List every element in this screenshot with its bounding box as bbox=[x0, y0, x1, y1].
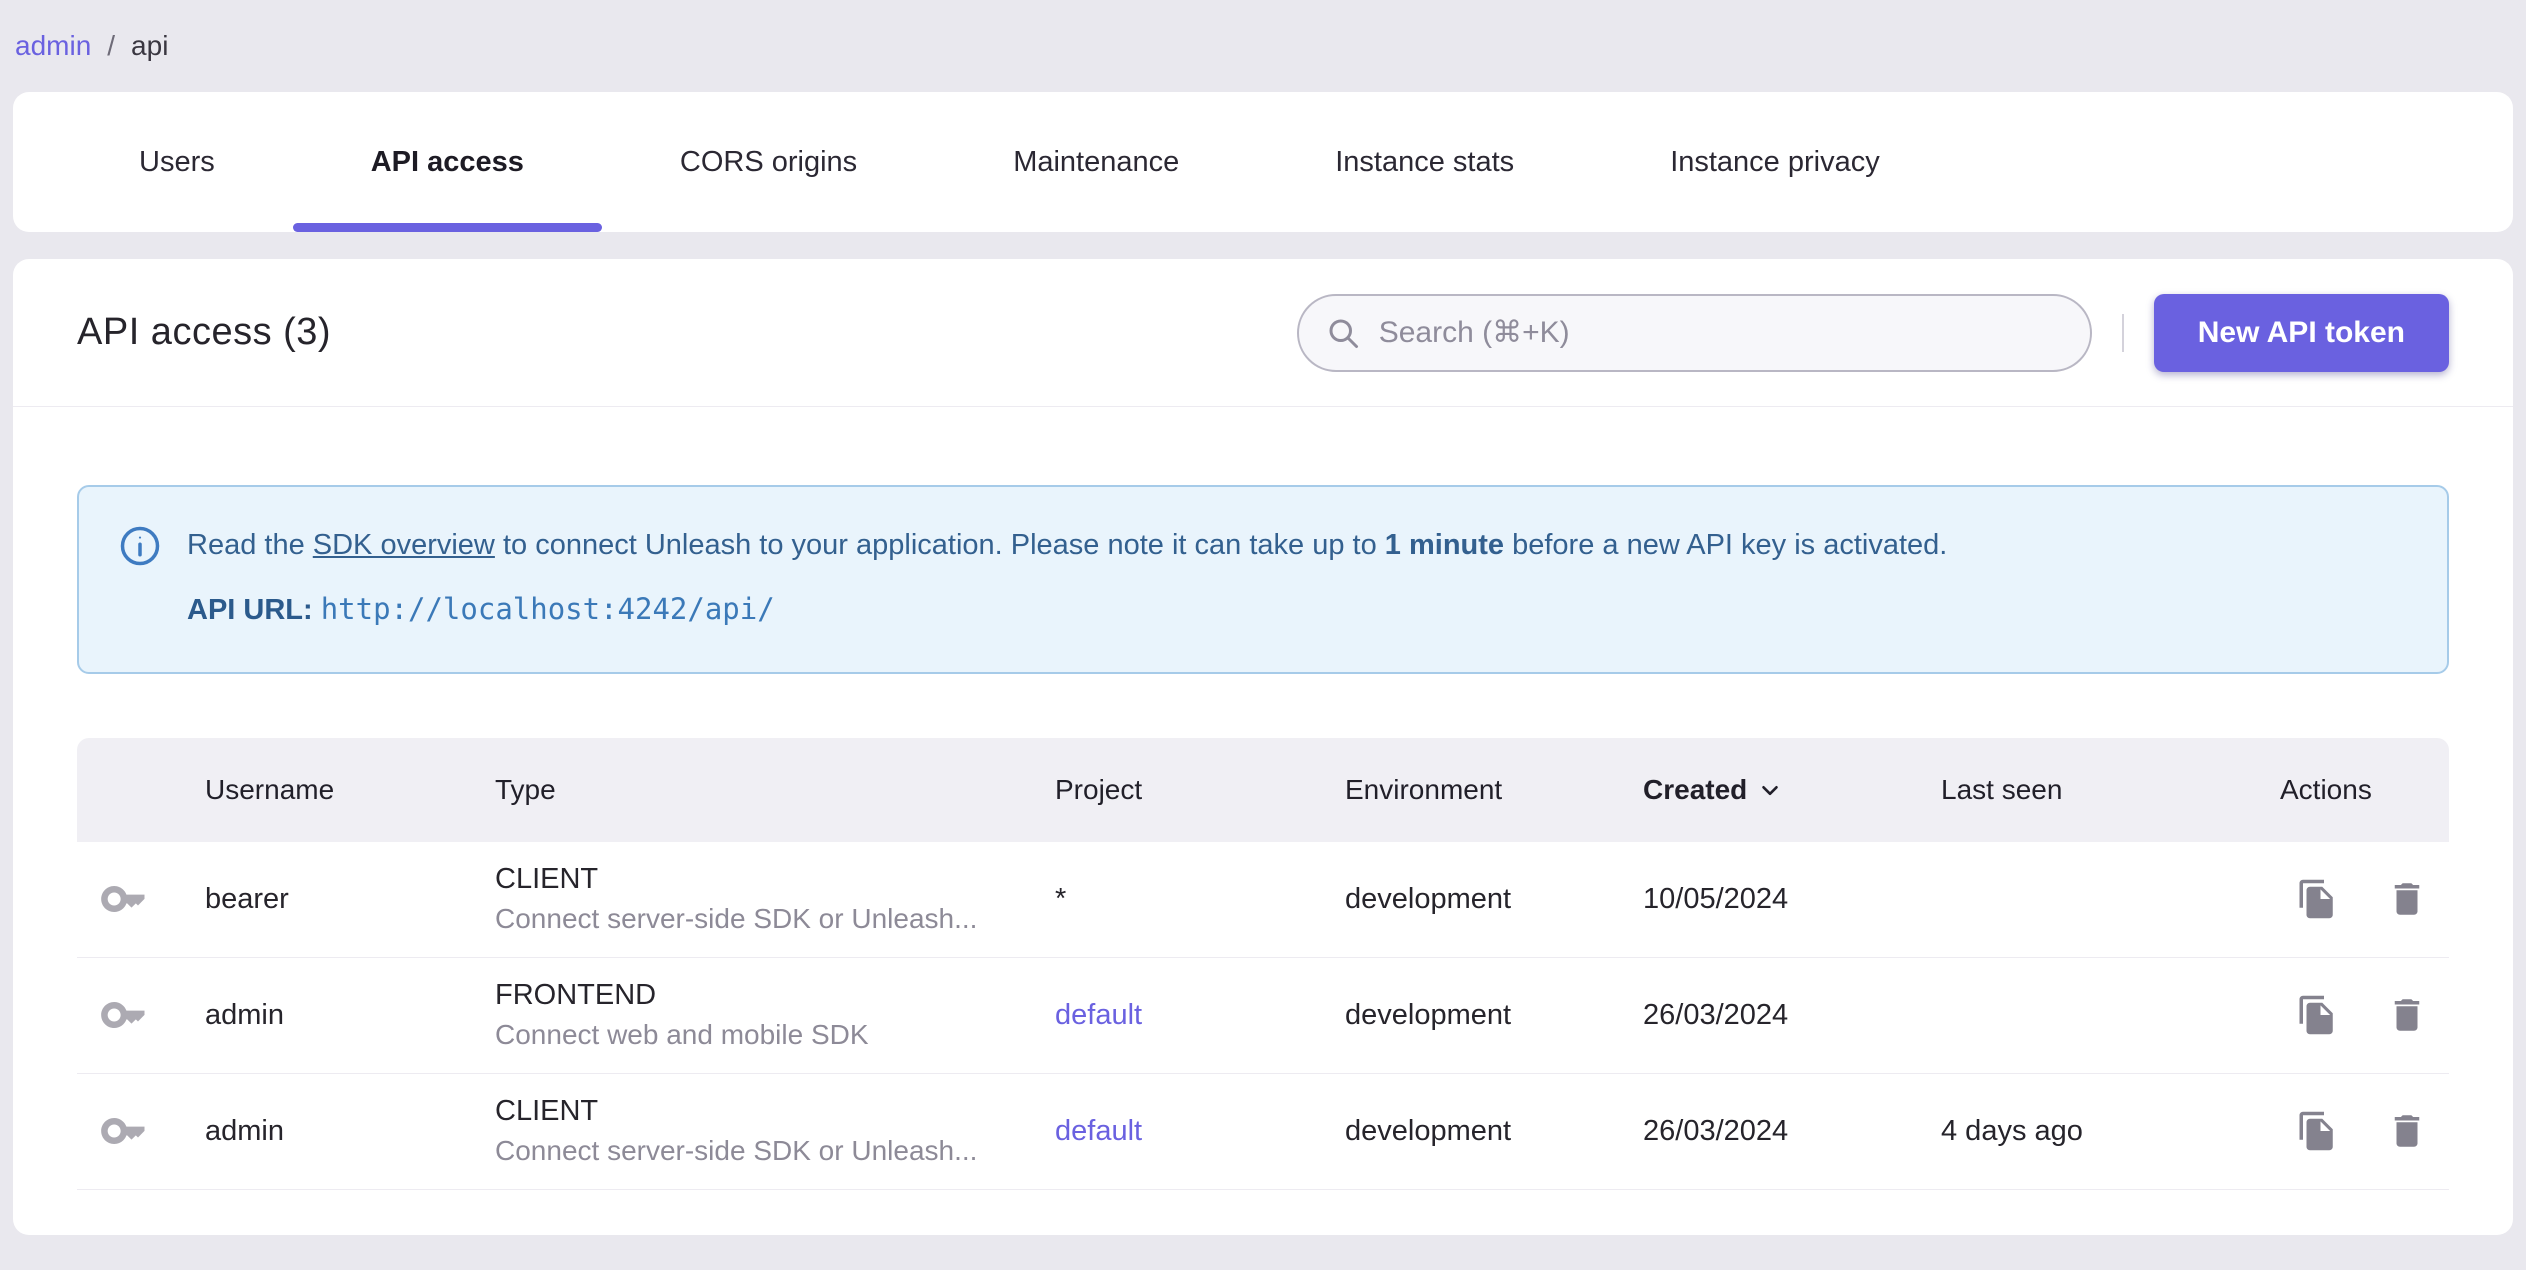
token-username: admin bbox=[205, 1114, 284, 1147]
api-url-line: API URL: http://localhost:4242/api/ bbox=[187, 591, 2407, 630]
sort-desc-chevron-icon bbox=[1762, 785, 1779, 795]
tab-users[interactable]: Users bbox=[61, 92, 293, 232]
breadcrumb-separator: / bbox=[107, 30, 116, 61]
sdk-overview-link[interactable]: SDK overview bbox=[313, 529, 495, 561]
info-text-bold: 1 minute bbox=[1384, 529, 1505, 562]
delete-token-button[interactable] bbox=[2386, 994, 2428, 1036]
tab-instance-privacy[interactable]: Instance privacy bbox=[1592, 92, 1958, 232]
copy-token-button[interactable] bbox=[2296, 1110, 2338, 1152]
api-tokens-table: Username Type Project Environment Create… bbox=[77, 737, 2449, 1190]
key-icon bbox=[99, 989, 205, 1041]
token-created: 10/05/2024 bbox=[1643, 882, 1789, 915]
token-type: CLIENT bbox=[495, 1095, 599, 1128]
key-icon bbox=[99, 873, 205, 925]
info-box: Read the SDK overview to connect Unleash… bbox=[77, 485, 2449, 674]
info-text: Read the SDK overview to connect Unleash… bbox=[187, 527, 1947, 565]
token-type-description: Connect web and mobile SDK bbox=[495, 1019, 869, 1051]
api-url-label: API URL bbox=[187, 594, 303, 626]
table-row: admin CLIENT Connect server-side SDK or … bbox=[77, 1074, 2449, 1190]
token-created: 26/03/2024 bbox=[1643, 1114, 1789, 1147]
breadcrumb-link-admin[interactable]: admin bbox=[15, 30, 91, 62]
token-last-seen: 4 days ago bbox=[1941, 1114, 2083, 1147]
token-type: FRONTEND bbox=[495, 979, 657, 1012]
table-row: bearer CLIENT Connect server-side SDK or… bbox=[77, 842, 2449, 958]
token-username: bearer bbox=[205, 882, 289, 915]
new-api-token-button[interactable]: New API token bbox=[2153, 293, 2449, 372]
tab-cors-origins[interactable]: CORS origins bbox=[602, 92, 935, 232]
tab-maintenance[interactable]: Maintenance bbox=[935, 92, 1257, 232]
info-text-start: Read the bbox=[187, 529, 313, 562]
page-title: API access (3) bbox=[77, 311, 332, 353]
toolbar-divider bbox=[2121, 313, 2124, 352]
info-icon bbox=[120, 526, 160, 566]
breadcrumb: admin / api bbox=[0, 0, 2526, 92]
api-url-value: http://localhost:4242/api/ bbox=[320, 592, 775, 626]
table-row: admin FRONTEND Connect web and mobile SD… bbox=[77, 958, 2449, 1074]
copy-token-button[interactable] bbox=[2296, 878, 2338, 920]
breadcrumb-current-api: api bbox=[131, 30, 169, 61]
token-type: CLIENT bbox=[495, 863, 599, 896]
column-header-environment[interactable]: Environment bbox=[1345, 774, 1643, 806]
search-icon bbox=[1329, 319, 1358, 348]
api-access-panel: API access (3) New API token Read the SD… bbox=[13, 259, 2513, 1235]
tab-instance-stats[interactable]: Instance stats bbox=[1257, 92, 1592, 232]
delete-token-button[interactable] bbox=[2386, 1110, 2428, 1152]
delete-token-button[interactable] bbox=[2386, 878, 2428, 920]
token-project-link[interactable]: default bbox=[1055, 999, 1142, 1031]
search-input[interactable] bbox=[1378, 315, 2064, 350]
table-header-row: Username Type Project Environment Create… bbox=[77, 737, 2449, 842]
token-type-description: Connect server-side SDK or Unleash... bbox=[495, 903, 978, 935]
column-header-username[interactable]: Username bbox=[205, 774, 495, 806]
token-created: 26/03/2024 bbox=[1643, 998, 1789, 1031]
column-header-created[interactable]: Created bbox=[1643, 774, 1941, 806]
toolbar-right: New API token bbox=[1296, 293, 2449, 372]
column-header-project[interactable]: Project bbox=[1055, 774, 1345, 806]
tab-api-access[interactable]: API access bbox=[292, 92, 603, 232]
api-url-separator: : bbox=[303, 594, 321, 626]
column-header-type[interactable]: Type bbox=[495, 774, 1055, 806]
column-header-created-label: Created bbox=[1643, 773, 1748, 805]
key-icon bbox=[99, 1105, 205, 1157]
token-environment: development bbox=[1345, 882, 1512, 915]
tabs-bar: Users API access CORS origins Maintenanc… bbox=[13, 92, 2513, 232]
search-box[interactable] bbox=[1296, 293, 2092, 372]
token-type-description: Connect server-side SDK or Unleash... bbox=[495, 1135, 978, 1167]
column-header-last-seen[interactable]: Last seen bbox=[1941, 774, 2280, 806]
panel-toolbar: API access (3) New API token bbox=[13, 259, 2513, 407]
copy-token-button[interactable] bbox=[2296, 994, 2338, 1036]
info-text-end: before a new API key is activated. bbox=[1504, 529, 1948, 562]
info-text-middle: to connect Unleash to your application. … bbox=[494, 529, 1385, 562]
token-environment: development bbox=[1345, 998, 1512, 1031]
token-username: admin bbox=[205, 998, 284, 1031]
column-header-actions: Actions bbox=[2280, 773, 2372, 805]
token-environment: development bbox=[1345, 1114, 1512, 1147]
token-project-link[interactable]: default bbox=[1055, 1115, 1142, 1147]
token-project: * bbox=[1055, 882, 1067, 915]
